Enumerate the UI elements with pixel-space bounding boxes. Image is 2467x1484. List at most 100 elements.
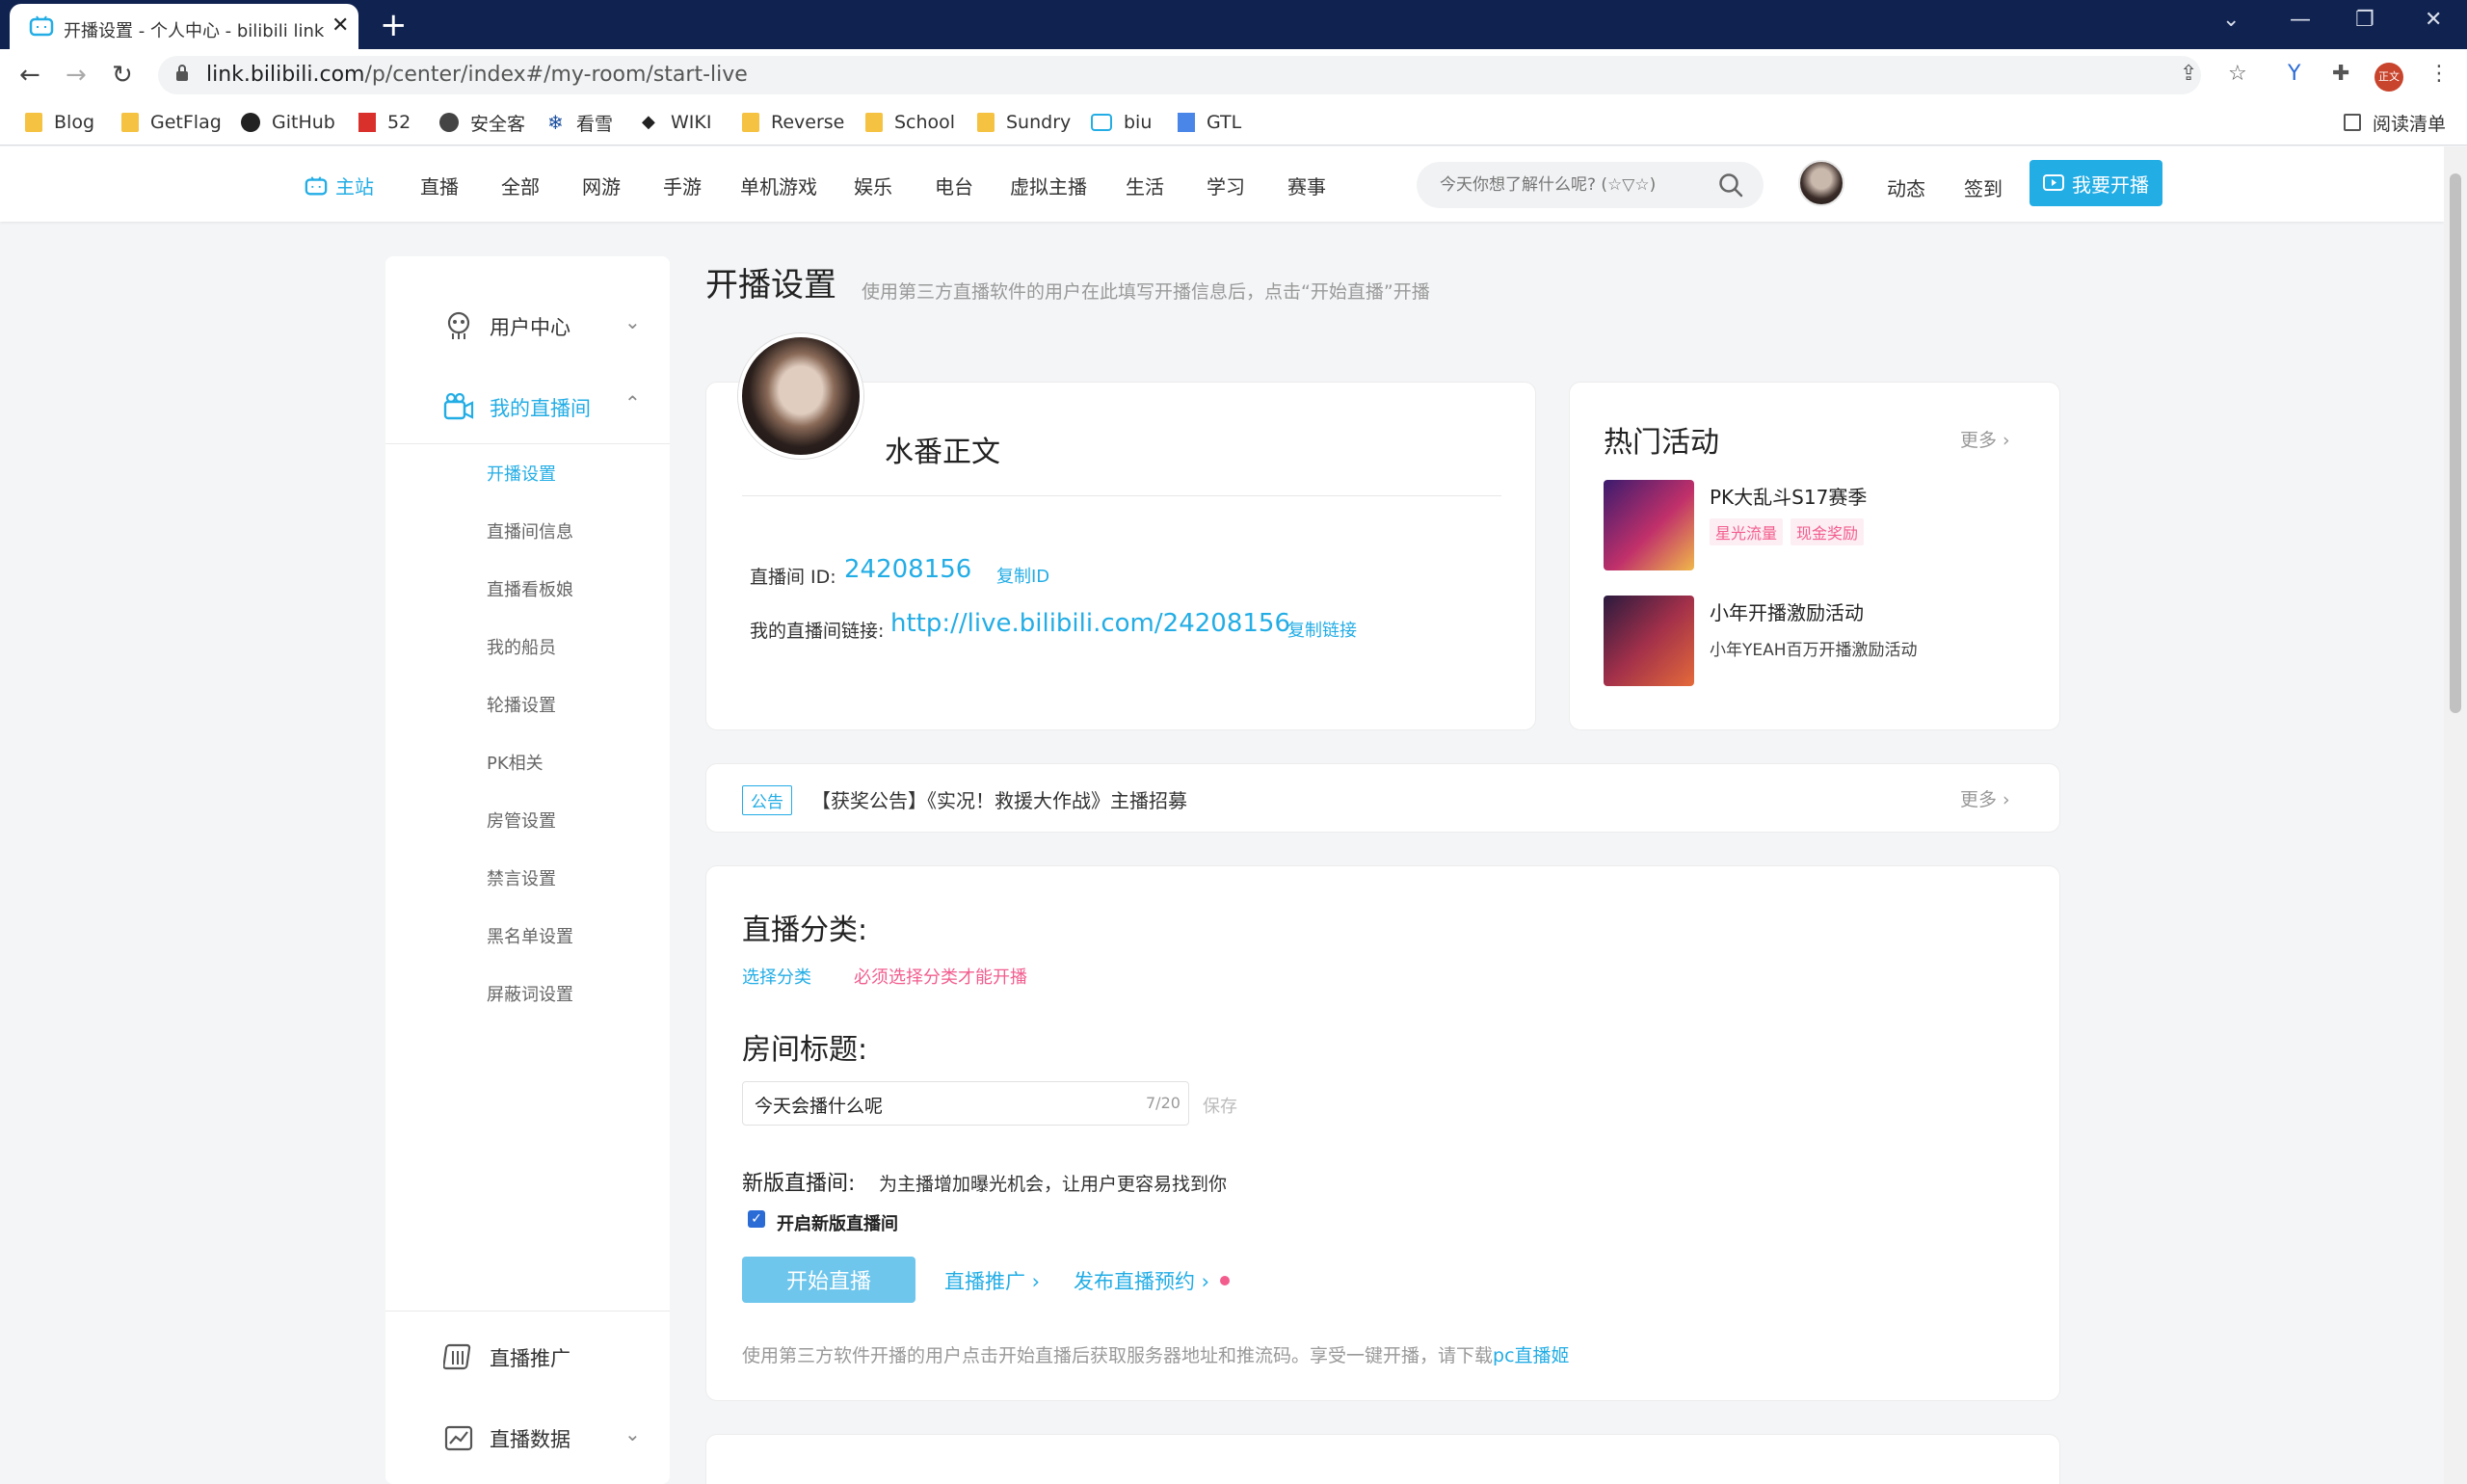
search-icon[interactable] <box>1717 172 1744 199</box>
browser-tab[interactable]: 开播设置 - 个人中心 - bilibili link ✕ <box>10 4 358 49</box>
copy-link-link[interactable]: 复制链接 <box>1287 617 1357 642</box>
copy-id-link[interactable]: 复制ID <box>996 563 1049 588</box>
close-tab-icon[interactable]: ✕ <box>332 13 349 38</box>
bookmark-wiki[interactable]: ◆ WIKI <box>642 109 711 136</box>
sidebar-item-room-admin[interactable]: 房管设置 <box>487 808 556 833</box>
sidebar-promotion[interactable]: 直播推广 <box>385 1320 670 1388</box>
minimize-icon[interactable]: — <box>2290 8 2311 32</box>
sidebar-item-start-live[interactable]: 开播设置 <box>487 461 556 486</box>
new-room-checkbox[interactable]: ✓ <box>748 1210 765 1228</box>
hot-more-link[interactable]: 更多 › <box>1960 426 2010 452</box>
bilibili-icon <box>29 15 54 37</box>
sidebar-item-crew[interactable]: 我的船员 <box>487 634 556 659</box>
reading-list-icon <box>2344 114 2361 131</box>
bilibili-icon <box>1091 114 1112 131</box>
activity-thumbnail[interactable] <box>1604 596 1694 686</box>
share-icon[interactable]: ⇪ <box>2180 62 2197 86</box>
activity-thumbnail[interactable] <box>1604 480 1694 570</box>
footer-hint-text: 使用第三方软件开播的用户点击开始直播后获取服务器地址和推流码。享受一键开播，请下… <box>742 1345 1494 1366</box>
nav-study[interactable]: 学习 <box>1207 172 1245 199</box>
nav-home[interactable]: 主站 <box>305 172 374 199</box>
sidebar-item-pk[interactable]: PK相关 <box>487 750 544 775</box>
notice-more-link[interactable]: 更多 › <box>1960 785 2010 811</box>
sidebar-item-blacklist[interactable]: 黑名单设置 <box>487 923 573 948</box>
choose-category-link[interactable]: 选择分类 <box>742 964 811 989</box>
browser-tab-strip: 开播设置 - 个人中心 - bilibili link ✕ + ⌄ — ❐ ✕ <box>0 0 2467 49</box>
footer-hint: 使用第三方软件开播的用户点击开始直播后获取服务器地址和推流码。享受一键开播，请下… <box>742 1341 1570 1367</box>
room-title-input[interactable] <box>755 1092 1101 1117</box>
notice-text[interactable]: 【获奖公告】《实况！救援大作战》主播招募 <box>811 785 1187 813</box>
menu-kebab-icon[interactable]: ⋮ <box>2428 62 2450 86</box>
room-link-label: 我的直播间链接: <box>750 621 885 642</box>
bookmark-kanxue[interactable]: ❄ 看雪 <box>547 109 613 136</box>
nav-life[interactable]: 生活 <box>1126 172 1164 199</box>
reading-list[interactable]: 阅读清单 <box>2344 109 2446 136</box>
bookmark-sundry[interactable]: Sundry <box>977 109 1071 136</box>
sidebar-user-center[interactable]: 用户中心 ⌄ <box>385 289 670 357</box>
nav-esports[interactable]: 赛事 <box>1287 172 1326 199</box>
back-icon[interactable]: ← <box>19 61 40 90</box>
page-scrollbar[interactable] <box>2444 146 2467 1484</box>
sidebar-item-carousel[interactable]: 轮播设置 <box>487 692 556 717</box>
bookmark-anquanke[interactable]: 安全客 <box>439 109 525 136</box>
search-input[interactable] <box>1440 173 1690 197</box>
activity-tag: 星光流量 <box>1710 518 1784 545</box>
bookmark-school[interactable]: School <box>865 109 955 136</box>
promotion-link-label: 直播推广 <box>944 1270 1025 1293</box>
sidebar-item-blocked-words[interactable]: 屏蔽词设置 <box>487 981 573 1006</box>
extension-y-icon[interactable]: Y <box>2288 62 2300 86</box>
bookmark-reverse[interactable]: Reverse <box>742 109 844 136</box>
address-bar[interactable]: link.bilibili.com/p/center/index#/my-roo… <box>158 56 2201 94</box>
wiki-icon: ◆ <box>642 112 655 132</box>
sidebar-item-room-info[interactable]: 直播间信息 <box>487 518 573 543</box>
restore-icon[interactable]: ❐ <box>2355 8 2374 32</box>
nav-mobile-games[interactable]: 手游 <box>663 172 702 199</box>
activity-title[interactable]: PK大乱斗S17赛季 <box>1710 482 1867 510</box>
search-box <box>1417 162 1764 208</box>
room-title-counter: 7/20 <box>1146 1094 1180 1112</box>
nav-standalone-games[interactable]: 单机游戏 <box>740 172 817 199</box>
nav-all[interactable]: 全部 <box>501 172 540 199</box>
nav-dynamic[interactable]: 动态 <box>1887 173 1925 201</box>
nav-vtuber[interactable]: 虚拟主播 <box>1010 172 1087 199</box>
browser-toolbar: ← → ↻ link.bilibili.com/p/center/index#/… <box>0 49 2467 99</box>
nav-checkin[interactable]: 签到 <box>1964 173 2003 201</box>
sidebar-item-mascot[interactable]: 直播看板娘 <box>487 576 573 601</box>
bookmark-blog[interactable]: Blog <box>25 109 94 136</box>
bookmark-github[interactable]: GitHub <box>241 109 335 136</box>
bookmark-biu[interactable]: biu <box>1091 109 1152 136</box>
bookmark-52[interactable]: 52 <box>358 109 411 136</box>
go-live-button[interactable]: 我要开播 <box>2029 160 2162 206</box>
tab-search-icon[interactable]: ⌄ <box>2222 8 2240 32</box>
nav-entertainment[interactable]: 娱乐 <box>854 172 892 199</box>
sidebar-my-room[interactable]: 我的直播间 ⌃ <box>385 370 670 437</box>
sidebar-live-data[interactable]: 直播数据 ⌄ <box>385 1401 670 1469</box>
more-label: 更多 <box>1960 789 1998 810</box>
start-live-button[interactable]: 开始直播 <box>742 1257 915 1303</box>
activity-title[interactable]: 小年开播激励活动 <box>1710 597 1864 625</box>
profile-avatar[interactable]: 正文 <box>2374 63 2403 92</box>
promotion-link[interactable]: 直播推广 › <box>944 1266 1040 1295</box>
username: 水番正文 <box>885 436 1000 469</box>
save-title-button[interactable]: 保存 <box>1203 1093 1237 1118</box>
close-window-icon[interactable]: ✕ <box>2425 8 2442 32</box>
reload-icon[interactable]: ↻ <box>112 61 133 90</box>
nav-online-games[interactable]: 网游 <box>582 172 621 199</box>
nav-radio[interactable]: 电台 <box>935 172 973 199</box>
star-icon[interactable]: ☆ <box>2228 62 2247 86</box>
new-room-checkbox-label[interactable]: 开启新版直播间 <box>777 1210 898 1235</box>
scrollbar-thumb[interactable] <box>2450 173 2461 713</box>
sidebar-item-mute[interactable]: 禁言设置 <box>487 865 556 890</box>
new-tab-button[interactable]: + <box>380 6 408 44</box>
user-avatar[interactable] <box>1798 160 1844 206</box>
streamer-avatar <box>738 333 863 459</box>
start-live-label: 开始直播 <box>785 1270 871 1294</box>
schedule-link[interactable]: 发布直播预约 › <box>1074 1266 1209 1295</box>
bookmark-gtl[interactable]: GTL <box>1178 109 1241 136</box>
room-link-value[interactable]: http://live.bilibili.com/24208156 <box>890 609 1290 638</box>
bookmark-getflag[interactable]: GetFlag <box>121 109 222 136</box>
forward-icon[interactable]: → <box>66 61 87 90</box>
puzzle-icon[interactable]: ✚ <box>2332 62 2349 86</box>
download-pc-link[interactable]: pc直播姬 <box>1493 1345 1570 1366</box>
nav-live[interactable]: 直播 <box>420 172 459 199</box>
